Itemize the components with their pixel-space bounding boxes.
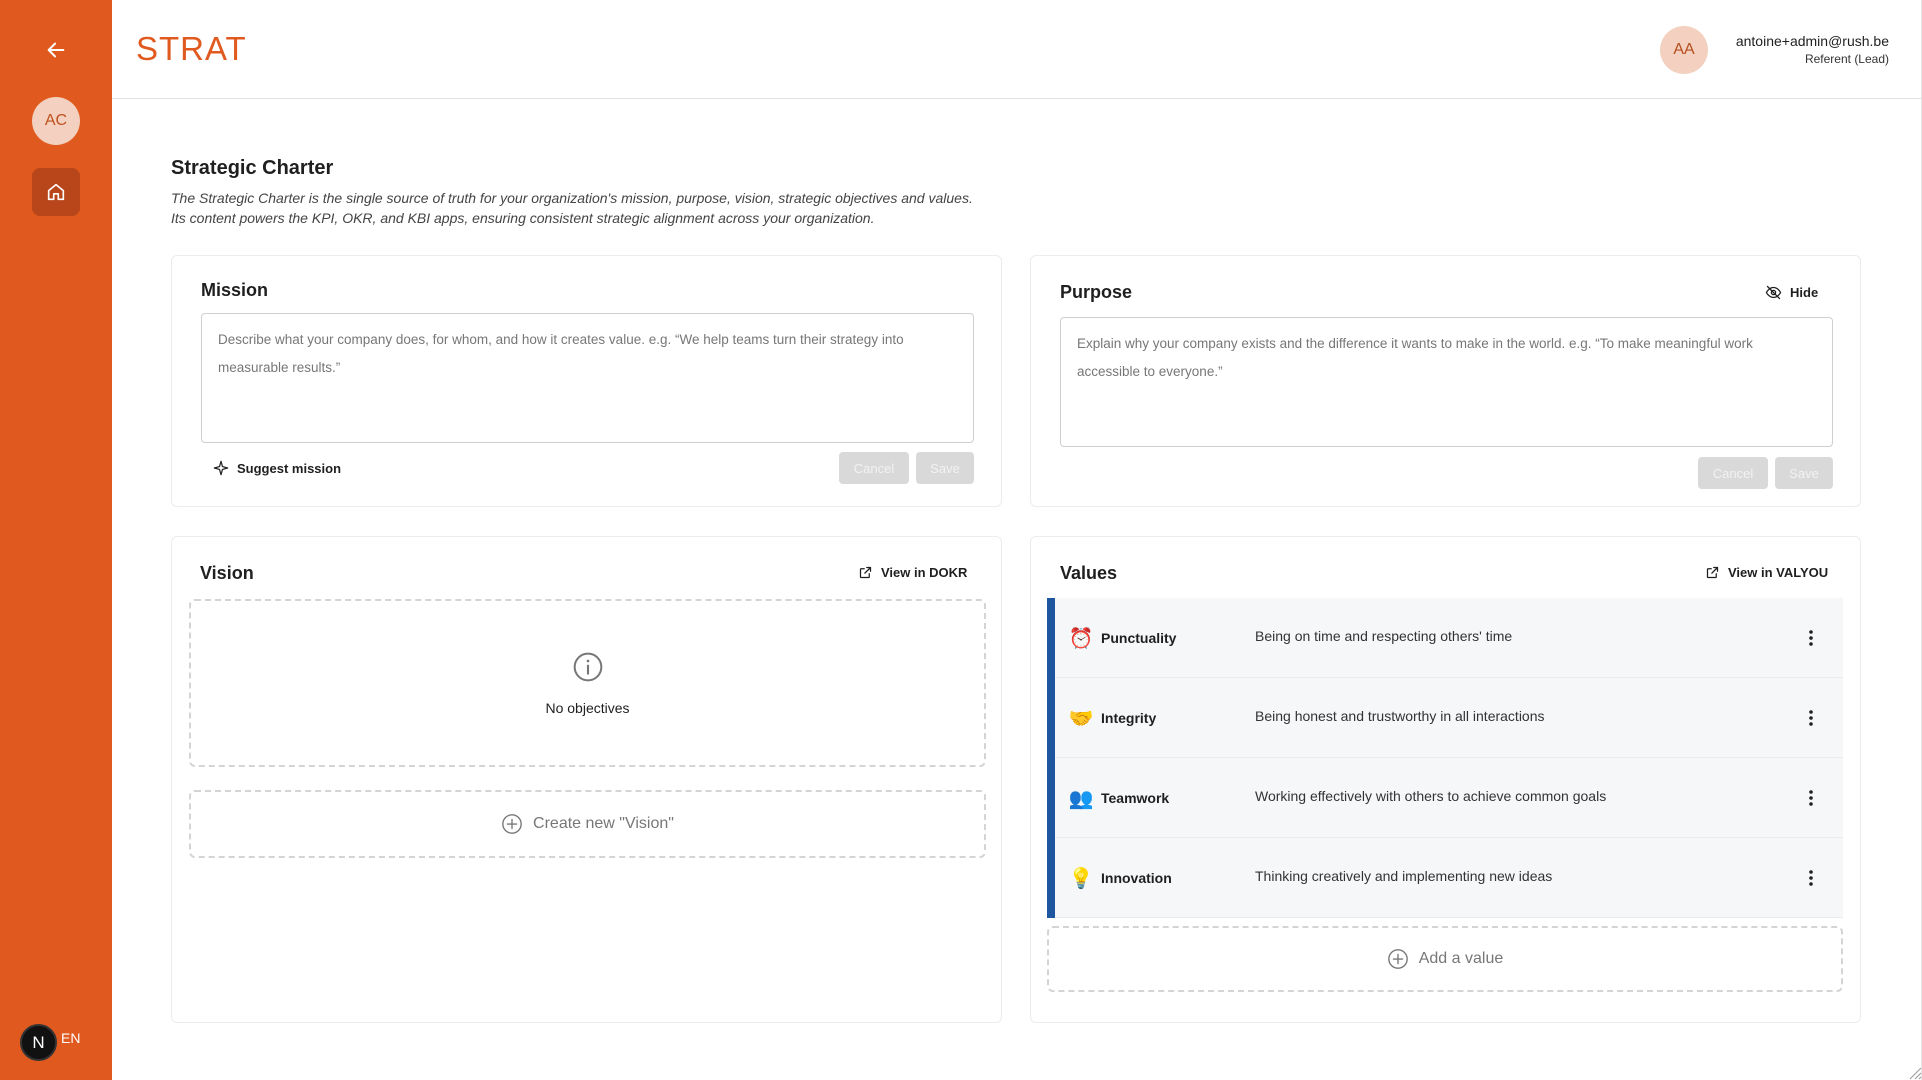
- external-link-icon: [1706, 566, 1719, 579]
- value-row-integrity[interactable]: 🤝 Integrity Being honest and trustworthy…: [1055, 678, 1843, 758]
- mission-cancel-button[interactable]: Cancel: [839, 452, 909, 484]
- back-arrow-icon[interactable]: [38, 32, 74, 68]
- mission-title: Mission: [201, 280, 269, 300]
- vision-card: Vision View in DOKR No objectives Create…: [171, 536, 1002, 1023]
- purpose-textarea[interactable]: Explain why your company exists and the …: [1060, 317, 1833, 447]
- vision-empty-state: No objectives: [189, 599, 986, 767]
- value-description: Being on time and respecting others' tim…: [1255, 628, 1513, 644]
- suggest-mission-label: Suggest mission: [237, 460, 342, 476]
- value-name: Teamwork: [1101, 790, 1170, 806]
- suggest-mission-button[interactable]: Suggest mission: [213, 460, 341, 476]
- user-role: Referent (Lead): [1804, 52, 1889, 66]
- view-in-valyou-label: View in VALYOU: [1728, 565, 1829, 580]
- people-icon: 👥: [1068, 787, 1094, 810]
- view-in-dokr-link[interactable]: View in DOKR: [858, 565, 967, 580]
- purpose-cancel-button[interactable]: Cancel: [1698, 457, 1768, 489]
- plus-circle-icon: [1387, 949, 1408, 969]
- handshake-icon: 🤝: [1068, 707, 1094, 730]
- eye-off-icon: [1765, 285, 1782, 300]
- value-name: Innovation: [1101, 870, 1172, 886]
- organization-avatar[interactable]: AC: [32, 97, 80, 145]
- user-avatar[interactable]: AA: [1660, 26, 1708, 74]
- value-row-teamwork[interactable]: 👥 Teamwork Working effectively with othe…: [1055, 758, 1843, 838]
- create-vision-label: Create new "Vision": [533, 815, 674, 832]
- purpose-hide-label: Hide: [1790, 285, 1819, 300]
- value-description: Working effectively with others to achie…: [1255, 788, 1607, 804]
- value-description: Thinking creatively and implementing new…: [1255, 868, 1553, 884]
- more-options-icon[interactable]: [1801, 864, 1821, 892]
- add-value-button[interactable]: Add a value: [1047, 926, 1843, 992]
- purpose-hide-button[interactable]: Hide: [1765, 284, 1818, 301]
- mission-save-button[interactable]: Save: [916, 452, 974, 484]
- language-switcher-button[interactable]: N: [20, 1024, 57, 1061]
- more-options-icon[interactable]: [1801, 704, 1821, 732]
- values-title: Values: [1060, 563, 1118, 583]
- app-brand: STRAT: [136, 30, 247, 67]
- user-email: antoine+admin@rush.be: [1735, 33, 1889, 49]
- info-icon: [573, 652, 603, 682]
- view-in-valyou-link[interactable]: View in VALYOU: [1705, 565, 1828, 580]
- page-title: Strategic Charter: [171, 157, 334, 179]
- more-options-icon[interactable]: [1801, 624, 1821, 652]
- values-list: ⏰ Punctuality Being on time and respecti…: [1047, 598, 1843, 918]
- add-value-label: Add a value: [1418, 950, 1504, 967]
- resize-handle-icon[interactable]: [1908, 1066, 1922, 1080]
- light-bulb-icon: 💡: [1068, 867, 1094, 890]
- vision-title: Vision: [200, 563, 254, 583]
- purpose-title: Purpose: [1060, 282, 1133, 302]
- values-accent-bar: [1047, 598, 1055, 918]
- mission-card: Mission Describe what your company does,…: [171, 255, 1002, 507]
- more-options-icon[interactable]: [1801, 784, 1821, 812]
- external-link-icon: [859, 566, 872, 579]
- alarm-clock-icon: ⏰: [1068, 627, 1094, 650]
- purpose-save-button[interactable]: Save: [1775, 457, 1833, 489]
- create-vision-button[interactable]: Create new "Vision": [189, 790, 986, 858]
- value-row-punctuality[interactable]: ⏰ Punctuality Being on time and respecti…: [1055, 598, 1843, 678]
- value-description: Being honest and trustworthy in all inte…: [1255, 708, 1545, 724]
- mission-textarea[interactable]: Describe what your company does, for who…: [201, 313, 974, 443]
- home-icon: [47, 183, 65, 201]
- sparkle-icon: [213, 460, 229, 476]
- sidebar: AC N EN: [0, 0, 112, 1080]
- page-description: The Strategic Charter is the single sour…: [171, 188, 1041, 228]
- plus-circle-icon: [502, 814, 522, 834]
- value-name: Integrity: [1101, 710, 1157, 726]
- view-in-dokr-label: View in DOKR: [881, 565, 968, 580]
- value-name: Punctuality: [1101, 630, 1177, 646]
- home-nav-button[interactable]: [32, 168, 80, 216]
- language-label[interactable]: EN: [61, 1030, 80, 1046]
- value-row-innovation[interactable]: 💡 Innovation Thinking creatively and imp…: [1055, 838, 1843, 918]
- page-description-line-1: The Strategic Charter is the single sour…: [171, 190, 973, 206]
- purpose-card: Purpose Hide Explain why your company ex…: [1030, 255, 1861, 507]
- top-bar: STRAT AA antoine+admin@rush.be Referent …: [112, 0, 1922, 99]
- no-objectives-text: No objectives: [545, 700, 630, 716]
- page-description-line-2: Its content powers the KPI, OKR, and KBI…: [171, 210, 875, 226]
